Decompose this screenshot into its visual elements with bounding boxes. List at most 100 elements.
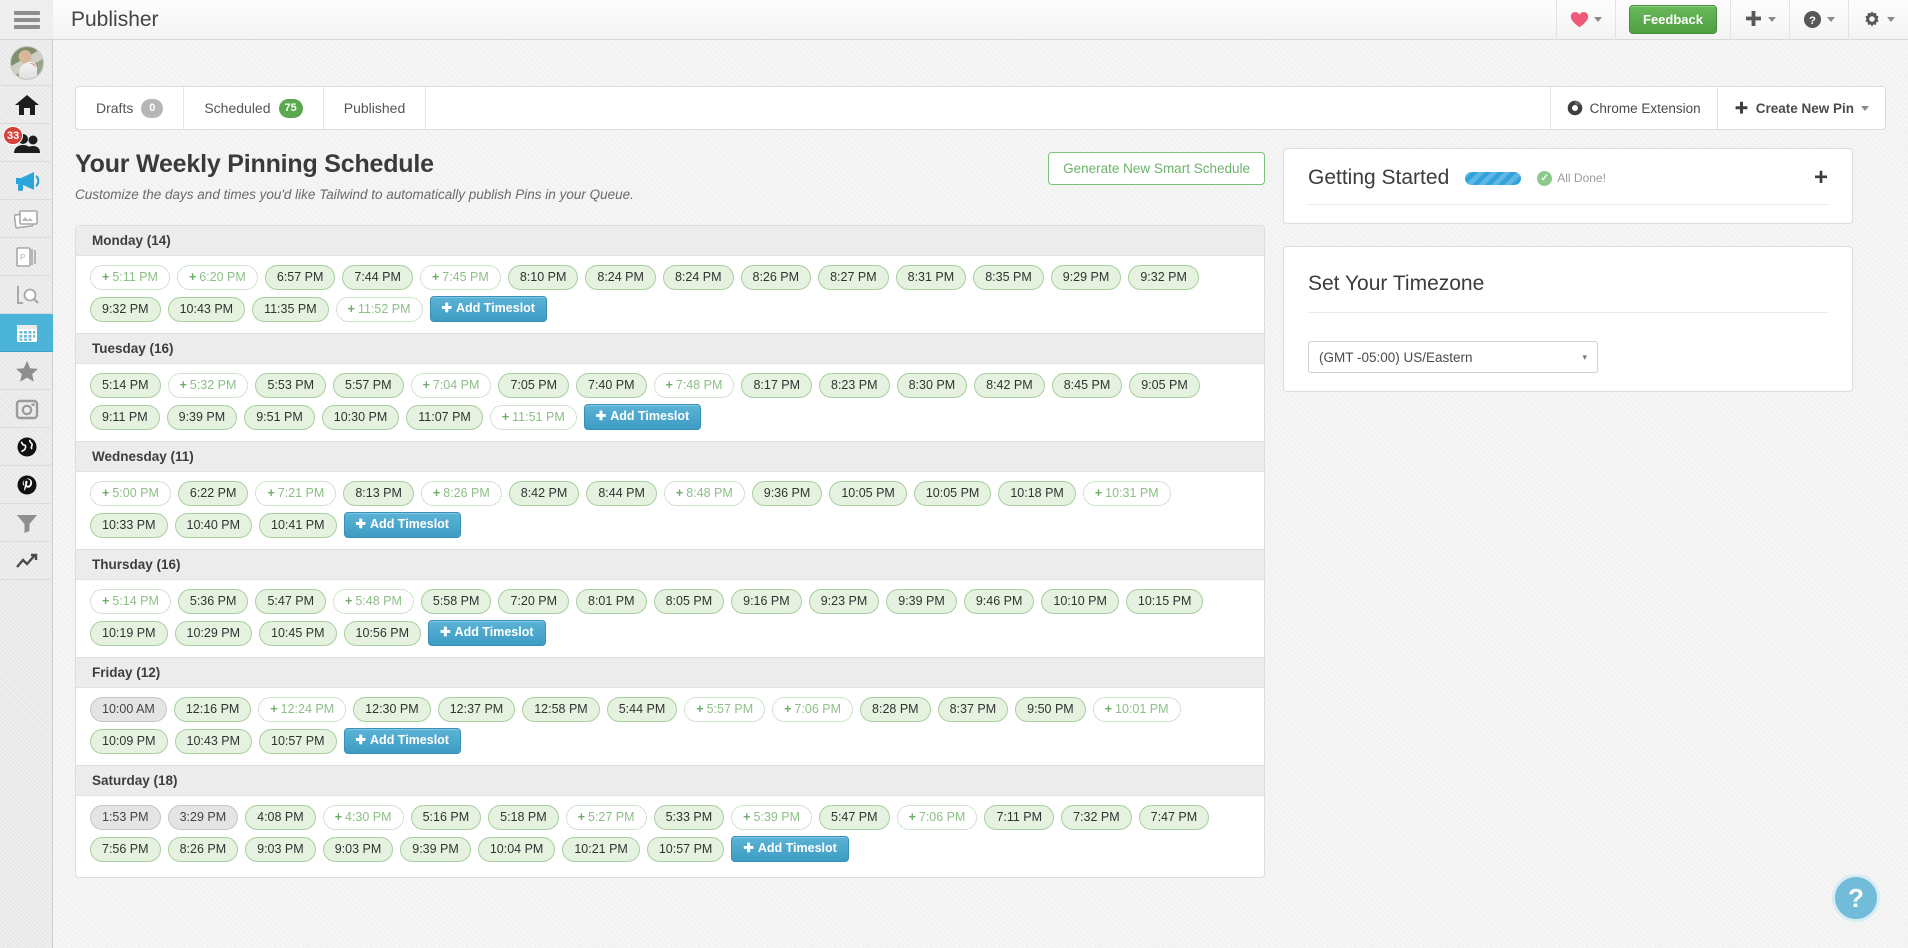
timeslot-filled[interactable]: 9:29 PM	[1050, 265, 1122, 290]
timeslot-filled[interactable]: 9:46 PM	[963, 589, 1035, 614]
timeslot-filled[interactable]: 10:45 PM	[259, 620, 337, 646]
timeslot-filled[interactable]: 8:13 PM	[343, 481, 414, 506]
timeslot-filled[interactable]: 10:21 PM	[562, 836, 640, 862]
timeslot-filled[interactable]: 9:32 PM	[90, 296, 161, 322]
help-floating-button[interactable]: ?	[1832, 874, 1880, 922]
timeslot-filled[interactable]: 10:43 PM	[174, 728, 253, 754]
timeslot-filled[interactable]: 9:39 PM	[886, 589, 957, 614]
timeslot-filled[interactable]: 12:30 PM	[353, 697, 431, 722]
timeslot-filled[interactable]: 5:44 PM	[606, 697, 678, 722]
add-timeslot-button[interactable]: ✚ Add Timeslot	[429, 296, 547, 322]
add-timeslot-button[interactable]: ✚ Add Timeslot	[731, 836, 849, 862]
timeslot-filled[interactable]: 7:11 PM	[984, 805, 1055, 830]
timeslot-filled[interactable]: 8:26 PM	[740, 265, 812, 290]
timeslot-filled[interactable]: 10:19 PM	[90, 620, 168, 646]
timeslot-filled[interactable]: 6:57 PM	[264, 265, 336, 290]
timeslot-empty[interactable]: +7:06 PM	[772, 697, 854, 722]
tab-published[interactable]: Published	[324, 87, 427, 129]
timeslot-filled[interactable]: 11:07 PM	[406, 404, 483, 430]
timeslot-filled[interactable]: 9:03 PM	[245, 836, 316, 862]
settings-menu-button[interactable]	[1848, 0, 1908, 40]
timeslot-empty[interactable]: +7:21 PM	[255, 481, 337, 506]
timeslot-filled[interactable]: 9:16 PM	[731, 589, 802, 614]
timeslot-filled[interactable]: 9:03 PM	[322, 836, 394, 862]
timeslot-empty[interactable]: +5:14 PM	[90, 589, 171, 614]
timeslot-empty[interactable]: +11:51 PM	[489, 404, 577, 430]
timeslot-filled[interactable]: 8:42 PM	[974, 373, 1045, 398]
timeslot-empty[interactable]: +8:48 PM	[663, 481, 745, 506]
timeslot-filled[interactable]: 7:40 PM	[576, 373, 647, 398]
timeslot-filled[interactable]: 9:39 PM	[400, 836, 471, 862]
timeslot-empty[interactable]: +10:01 PM	[1092, 697, 1181, 722]
timeslot-filled[interactable]: 7:20 PM	[498, 589, 569, 614]
timeslot-filled[interactable]: 7:47 PM	[1138, 805, 1210, 830]
timeslot-filled[interactable]: 10:57 PM	[259, 728, 337, 754]
timeslot-filled[interactable]: 8:42 PM	[508, 481, 580, 506]
timeslot-filled[interactable]: 10:05 PM	[913, 481, 992, 506]
timeslot-filled[interactable]: 5:47 PM	[255, 589, 326, 614]
sidebar-item-home[interactable]	[0, 86, 53, 124]
timeslot-filled[interactable]: 12:58 PM	[522, 697, 600, 722]
timeslot-filled[interactable]: 8:30 PM	[896, 373, 968, 398]
timezone-select[interactable]: (GMT -05:00) US/Eastern ▾	[1308, 341, 1598, 373]
help-menu-button[interactable]: ?	[1789, 0, 1848, 40]
timeslot-filled[interactable]: 10:57 PM	[646, 836, 725, 862]
timeslot-filled[interactable]: 7:56 PM	[90, 836, 161, 862]
timeslot-filled[interactable]: 5:57 PM	[333, 373, 404, 398]
timeslot-filled[interactable]: 9:32 PM	[1128, 265, 1199, 290]
timeslot-filled[interactable]: 9:23 PM	[808, 589, 880, 614]
timeslot-filled[interactable]: 10:15 PM	[1125, 589, 1204, 614]
timeslot-filled[interactable]: 9:05 PM	[1129, 373, 1200, 398]
timeslot-empty[interactable]: +7:45 PM	[419, 265, 501, 290]
timeslot-empty[interactable]: +5:11 PM	[90, 265, 170, 290]
sidebar-item-pin-inspector[interactable]: P	[0, 238, 53, 276]
timeslot-filled[interactable]: 9:50 PM	[1015, 697, 1086, 722]
generate-new-smart-schedule-button[interactable]: Generate New Smart Schedule	[1048, 152, 1265, 185]
timeslot-filled[interactable]: 5:16 PM	[410, 805, 482, 830]
hamburger-menu-button[interactable]	[0, 0, 53, 40]
timeslot-filled[interactable]: 5:33 PM	[653, 805, 725, 830]
timeslot-filled[interactable]: 5:36 PM	[177, 589, 249, 614]
timeslot-filled[interactable]: 9:39 PM	[166, 404, 238, 430]
sidebar-item-funnel[interactable]	[0, 504, 53, 542]
timeslot-empty[interactable]: +12:24 PM	[258, 697, 347, 722]
timeslot-filled[interactable]: 10:29 PM	[174, 620, 253, 646]
timeslot-filled[interactable]: 8:23 PM	[819, 373, 890, 398]
timeslot-empty[interactable]: +5:48 PM	[333, 589, 414, 614]
timeslot-gray[interactable]: 3:29 PM	[167, 805, 239, 830]
getting-started-expand-button[interactable]: +	[1814, 166, 1828, 190]
timeslot-empty[interactable]: +5:57 PM	[684, 697, 766, 722]
timeslot-filled[interactable]: 5:53 PM	[255, 373, 326, 398]
sidebar-item-avatar[interactable]: P	[0, 40, 53, 86]
sidebar-item-instagram[interactable]	[0, 390, 53, 428]
tab-scheduled[interactable]: Scheduled 75	[184, 87, 324, 129]
timeslot-filled[interactable]: 8:35 PM	[973, 265, 1044, 290]
timeslot-empty[interactable]: +5:32 PM	[167, 373, 249, 398]
timeslot-filled[interactable]: 10:30 PM	[321, 404, 400, 430]
timeslot-filled[interactable]: 12:37 PM	[437, 697, 516, 722]
sidebar-item-star[interactable]	[0, 352, 53, 390]
timeslot-empty[interactable]: +7:06 PM	[896, 805, 978, 830]
timeslot-filled[interactable]: 11:35 PM	[252, 296, 329, 322]
timeslot-empty[interactable]: +5:00 PM	[90, 481, 171, 506]
timeslot-gray[interactable]: 10:00 AM	[90, 697, 167, 722]
timeslot-filled[interactable]: 8:27 PM	[818, 265, 889, 290]
timeslot-gray[interactable]: 1:53 PM	[90, 805, 161, 830]
favorites-menu-button[interactable]	[1556, 0, 1615, 40]
timeslot-filled[interactable]: 9:11 PM	[90, 404, 160, 430]
timeslot-filled[interactable]: 10:09 PM	[90, 728, 168, 754]
sidebar-item-megaphone[interactable]	[0, 162, 53, 200]
timeslot-filled[interactable]: 10:05 PM	[829, 481, 907, 506]
timeslot-filled[interactable]: 7:44 PM	[342, 265, 413, 290]
timeslot-filled[interactable]: 9:36 PM	[751, 481, 823, 506]
timeslot-filled[interactable]: 8:05 PM	[653, 589, 725, 614]
timeslot-filled[interactable]: 9:51 PM	[244, 404, 315, 430]
sidebar-item-trend-chart[interactable]	[0, 542, 53, 580]
timeslot-empty[interactable]: +4:30 PM	[322, 805, 404, 830]
timeslot-empty[interactable]: +7:48 PM	[653, 373, 735, 398]
sidebar-item-calendar[interactable]	[0, 314, 53, 352]
timeslot-filled[interactable]: 8:31 PM	[895, 265, 967, 290]
timeslot-filled[interactable]: 5:47 PM	[819, 805, 890, 830]
timeslot-filled[interactable]: 10:41 PM	[259, 512, 337, 538]
timeslot-empty[interactable]: +7:04 PM	[410, 373, 492, 398]
